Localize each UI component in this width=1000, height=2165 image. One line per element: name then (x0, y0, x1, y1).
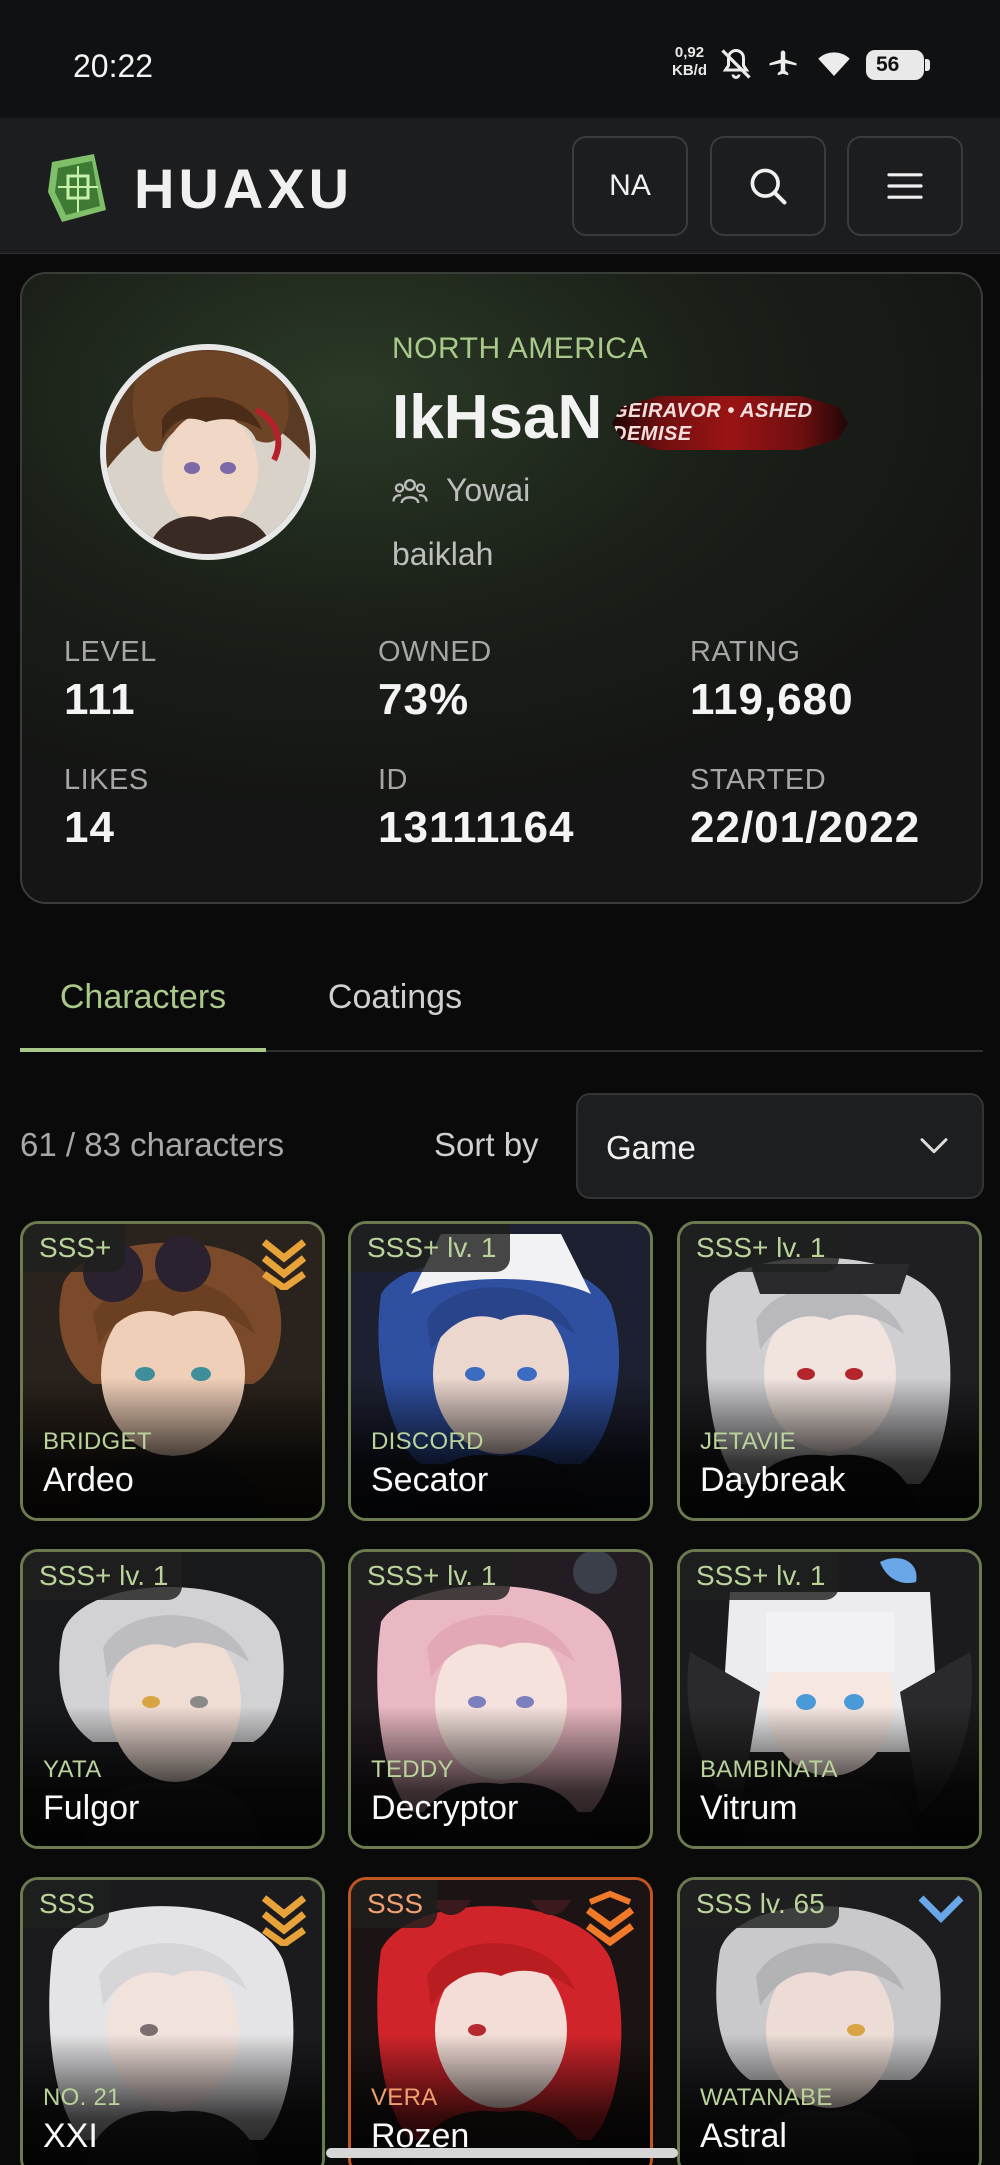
stat-level: LEVEL 111 (64, 636, 157, 725)
frame-label: TEDDY (371, 1756, 454, 1783)
guild-row[interactable]: Yowai (392, 472, 530, 509)
stat-rating: RATING 119,680 (690, 636, 854, 725)
stat-value: 22/01/2022 (690, 803, 921, 852)
character-card[interactable]: SSS+ lv. 1 TEDDY Decryptor (348, 1549, 653, 1849)
frame-label: NO. 21 (43, 2084, 121, 2111)
guild-name: Yowai (446, 472, 531, 508)
character-card[interactable]: SSS NO. 21 XXI (20, 1877, 325, 2165)
mute-icon (721, 48, 751, 79)
chevron-down-icon (920, 1138, 948, 1154)
character-card[interactable]: SSS+ lv. 1 BAMBINATA Vitrum (677, 1549, 982, 1849)
frame-label: JETAVIE (700, 1428, 796, 1455)
character-card[interactable]: SSS VERA Rozen (348, 1877, 653, 2165)
frame-label: WATANABE (700, 2084, 833, 2111)
stat-value: 73% (378, 675, 470, 724)
stat-label: RATING (690, 636, 801, 668)
profile-region: NORTH AMERICA (392, 332, 648, 365)
rank-label: SSS+ lv. 1 (680, 1224, 840, 1272)
logo-icon[interactable] (44, 152, 110, 224)
frame-label: BRIDGET (43, 1428, 152, 1455)
character-name: Daybreak (700, 1461, 846, 1499)
frame-label: VERA (371, 2084, 438, 2111)
character-name: Astral (700, 2117, 787, 2155)
profile-card: NORTH AMERICA IkHsaN GEIRAVOR • ASHED DE… (20, 272, 983, 904)
rank-label: SSS+ lv. 1 (351, 1552, 511, 1600)
character-count: 61 / 83 characters (20, 1126, 285, 1163)
gold-chevron-icon (261, 1239, 307, 1290)
stat-label: LIKES (64, 764, 149, 796)
stat-value: 14 (64, 803, 115, 852)
status-time: 20:22 (73, 48, 154, 84)
stat-label: ID (378, 764, 408, 796)
home-indicator[interactable] (326, 2148, 678, 2158)
stat-label: OWNED (378, 636, 492, 668)
tab-coatings[interactable]: Coatings (290, 960, 500, 1052)
status-bar: 20:22 0,92 KB/d 56 (0, 0, 1000, 118)
group-icon (392, 478, 428, 503)
menu-button[interactable] (847, 136, 963, 236)
network-speed-value: 0,92 (674, 44, 705, 61)
character-card[interactable]: SSS+ lv. 1 JETAVIE Daybreak (677, 1221, 982, 1521)
frame-label: BAMBINATA (700, 1756, 838, 1783)
sort-label: Sort by (434, 1126, 539, 1163)
character-card[interactable]: SSS+ lv. 1 DISCORD Secator (348, 1221, 653, 1521)
blue-chevron-icon (918, 1895, 964, 1923)
tab-characters[interactable]: Characters (20, 960, 266, 1052)
character-card[interactable]: SSS+ BRIDGET Ardeo (20, 1221, 325, 1521)
character-name: Secator (371, 1461, 489, 1499)
stat-likes: LIKES 14 (64, 764, 149, 853)
character-name: Ardeo (43, 1461, 134, 1499)
top-navigation: HUAXU NA (0, 118, 1000, 254)
stat-label: LEVEL (64, 636, 157, 668)
wifi-icon (818, 52, 850, 76)
stat-label: STARTED (690, 764, 827, 796)
sort-select-value: Game (606, 1129, 696, 1166)
airplane-icon (769, 50, 797, 76)
character-name: Fulgor (43, 1789, 140, 1827)
rank-label: SSS+ lv. 1 (351, 1224, 511, 1272)
stat-value: 13111164 (378, 803, 575, 852)
gold-chevron-icon (261, 1895, 307, 1946)
rank-label: SSS+ (23, 1224, 126, 1272)
sort-select[interactable]: Game (576, 1093, 984, 1199)
stat-id: ID 13111164 (378, 764, 574, 853)
frame-label: YATA (43, 1756, 102, 1783)
search-button[interactable] (710, 136, 826, 236)
character-card[interactable]: SSS lv. 65 WATANABE Astral (677, 1877, 982, 2165)
stat-value: 119,680 (690, 675, 854, 724)
stat-owned: OWNED 73% (378, 636, 492, 725)
stat-value: 111 (64, 675, 136, 724)
tab-bar: Characters Coatings (20, 960, 983, 1052)
search-icon (750, 168, 787, 205)
character-name: Decryptor (371, 1789, 519, 1827)
rank-label: SSS (23, 1880, 110, 1928)
rank-label: SSS+ lv. 1 (23, 1552, 183, 1600)
frame-label: DISCORD (371, 1428, 484, 1455)
orange-chevron-icon (585, 1890, 635, 1946)
player-name: IkHsaN (392, 383, 603, 452)
profile-bio: baiklah (392, 536, 494, 572)
region-button[interactable]: NA (572, 136, 688, 236)
network-speed-unit: KB/d (672, 62, 707, 79)
network-speed: 0,92 KB/d (672, 44, 707, 80)
logo-text[interactable]: HUAXU (134, 156, 353, 221)
menu-icon (887, 173, 923, 199)
character-name: XXI (43, 2117, 98, 2155)
battery-icon: 56 (866, 50, 930, 80)
title-badge: GEIRAVOR • ASHED DEMISE (612, 396, 848, 450)
character-name: Vitrum (700, 1789, 798, 1827)
character-card[interactable]: SSS+ lv. 1 YATA Fulgor (20, 1549, 325, 1849)
rank-label: SSS (351, 1880, 438, 1928)
rank-label: SSS lv. 65 (680, 1880, 839, 1928)
rank-label: SSS+ lv. 1 (680, 1552, 840, 1600)
avatar (100, 344, 316, 560)
stat-started: STARTED 22/01/2022 (690, 764, 920, 853)
